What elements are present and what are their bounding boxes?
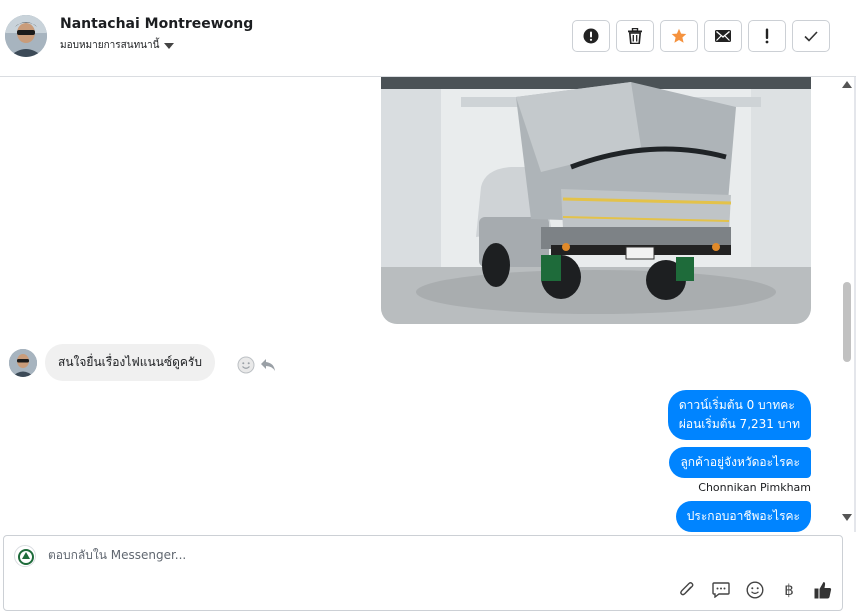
outgoing-message-bubble[interactable]: ดาวน์เริ่มต้น 0 บาทคะ ผ่อนเริ่มต้น 7,231…: [667, 390, 811, 440]
scrollbar-thumb[interactable]: [843, 282, 851, 362]
reply-icon[interactable]: [260, 358, 276, 372]
contact-avatar[interactable]: [5, 15, 47, 57]
emoji-icon[interactable]: [744, 579, 766, 601]
envelope-icon: [715, 30, 731, 42]
messenger-inbox: Nantachai Montreewong มอบหมายการสนทนานี้: [0, 0, 856, 616]
delete-button[interactable]: [616, 20, 654, 52]
conversation-actions: [572, 20, 830, 52]
report-spam-button[interactable]: [572, 20, 610, 52]
outgoing-message-bubble[interactable]: ลูกค้าอยู่จังหวัดอะไรคะ: [669, 447, 811, 478]
truck-photo[interactable]: [381, 77, 811, 324]
incoming-message-bubble[interactable]: สนใจยื่นเรื่องไฟแนนซ์ดูครับ: [45, 344, 215, 381]
emoji-react-icon[interactable]: [237, 356, 255, 374]
reply-composer: ฿: [3, 535, 843, 611]
outgoing-message-line: ประกอบอาชีพอะไรคะ: [686, 509, 800, 523]
outgoing-message-bubble[interactable]: ประกอบอาชีพอะไรคะ: [675, 501, 811, 532]
composer-tools: ฿: [676, 579, 834, 601]
message-thread[interactable]: สนใจยื่นเรื่องไฟแนนซ์ดูครับ ดาวน์เริ่มต้…: [0, 77, 839, 532]
outgoing-message-line: ดาวน์เริ่มต้น 0 บาทคะ: [678, 398, 795, 412]
message-actions: [237, 356, 276, 374]
conversation-header: Nantachai Montreewong มอบหมายการสนทนานี้: [0, 0, 856, 77]
check-icon: [804, 30, 818, 42]
caret-down-icon: [164, 42, 175, 49]
reply-input[interactable]: [48, 548, 648, 562]
assign-conversation-dropdown[interactable]: มอบหมายการสนทนานี้: [60, 38, 175, 53]
mark-unread-button[interactable]: [704, 20, 742, 52]
paperclip-icon[interactable]: [676, 579, 698, 601]
outgoing-message-line: ลูกค้าอยู่จังหวัดอะไรคะ: [680, 455, 800, 469]
contact-name: Nantachai Montreewong: [60, 16, 254, 32]
contact-avatar-small[interactable]: [9, 348, 37, 377]
star-icon: [671, 28, 687, 43]
outgoing-message-line: ผ่อนเริ่มต้น 7,231 บาท: [678, 417, 800, 431]
star-button[interactable]: [660, 20, 698, 52]
baht-icon[interactable]: ฿: [778, 579, 800, 601]
page-avatar: [14, 545, 36, 567]
exclamation-icon: [765, 28, 769, 44]
mark-done-button[interactable]: [792, 20, 830, 52]
exclamation-circle-icon: [583, 28, 599, 44]
thread-scrollbar[interactable]: [839, 77, 856, 532]
mark-important-button[interactable]: [748, 20, 786, 52]
assign-label: มอบหมายการสนทนานี้: [60, 40, 160, 51]
trash-icon: [628, 28, 642, 44]
scroll-up-arrow-icon[interactable]: [842, 81, 852, 88]
sender-name: Chonnikan Pimkham: [698, 481, 811, 494]
incoming-message-row: สนใจยื่นเรื่องไฟแนนซ์ดูครับ: [9, 344, 215, 381]
scroll-down-arrow-icon[interactable]: [842, 514, 852, 521]
saved-reply-icon[interactable]: [710, 579, 732, 601]
like-icon[interactable]: [812, 579, 834, 601]
